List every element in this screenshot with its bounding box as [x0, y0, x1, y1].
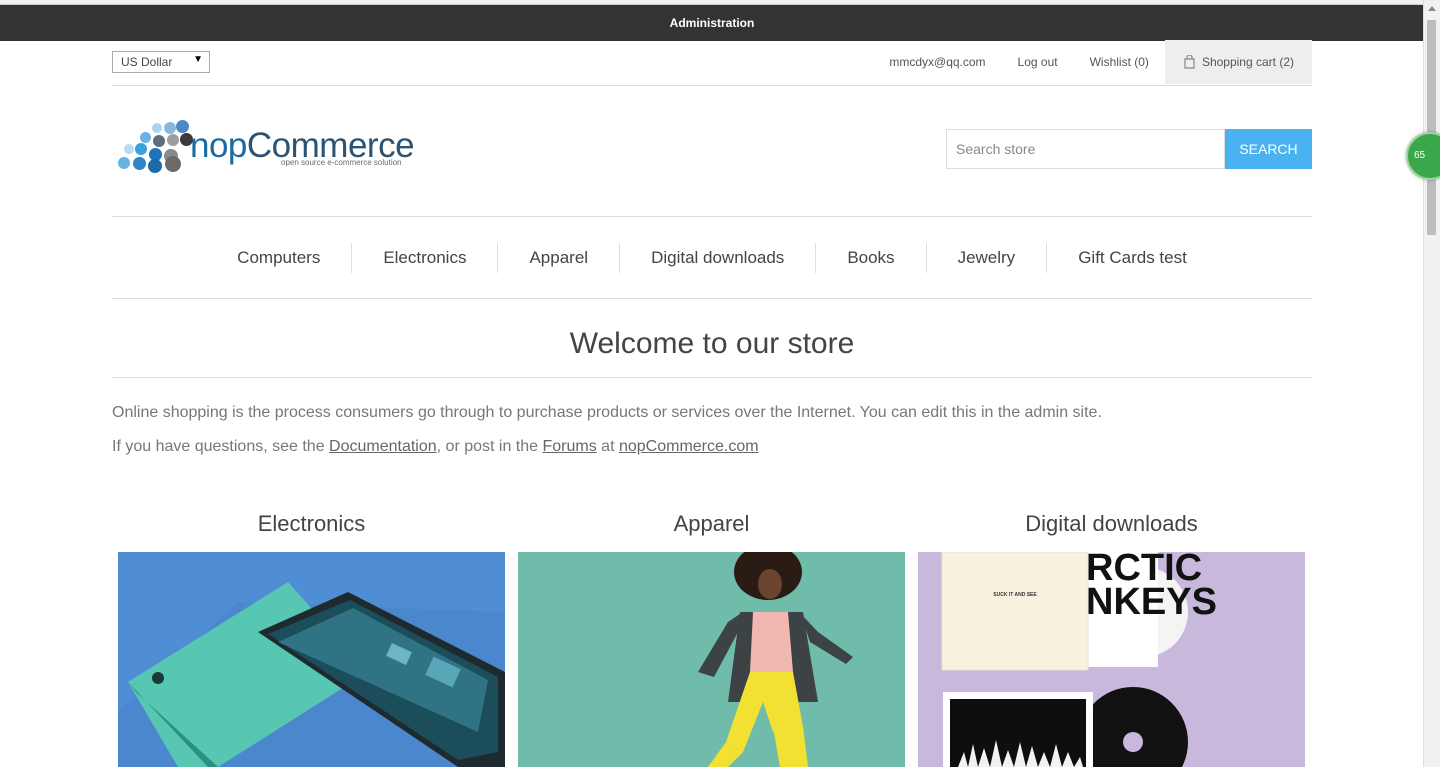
category-menu: Computers Electronics Apparel Digital do…: [112, 216, 1312, 299]
phone-image-icon: [118, 552, 505, 767]
search-input[interactable]: [946, 129, 1225, 169]
intro-text: Online shopping is the process consumers…: [112, 403, 1312, 471]
menu-item-computers[interactable]: Computers: [206, 243, 351, 273]
menu-item-apparel[interactable]: Apparel: [497, 242, 619, 273]
logo-tagline: open source e-commerce solution: [281, 158, 402, 167]
search-box: SEARCH: [946, 129, 1312, 169]
intro-prefix: If you have questions, see the: [112, 438, 330, 455]
page-title: Welcome to our store: [112, 322, 1312, 378]
account-email-link[interactable]: mmcdyx@qq.com: [889, 55, 985, 69]
store-logo[interactable]: nopCommerce open source e-commerce solut…: [116, 120, 416, 176]
side-badge[interactable]: 65: [1406, 132, 1440, 180]
welcome-title: Welcome to our store: [569, 327, 855, 360]
category-title-digital-downloads[interactable]: Digital downloads: [918, 510, 1305, 538]
search-button[interactable]: SEARCH: [1225, 129, 1312, 169]
album-text-nkeys: NKEYS: [1086, 581, 1217, 623]
album-cover-title: SUCK IT AND SEE: [993, 592, 1037, 598]
category-title-apparel[interactable]: Apparel: [518, 510, 905, 538]
category-card-electronics: Electronics: [118, 510, 505, 767]
menu-item-digital-downloads[interactable]: Digital downloads: [619, 242, 815, 273]
administration-link[interactable]: Administration: [670, 16, 755, 30]
scroll-up-arrow-icon[interactable]: [1428, 6, 1436, 11]
logo-nop: nop: [190, 126, 247, 165]
menu-item-electronics[interactable]: Electronics: [351, 242, 497, 273]
documentation-link[interactable]: Documentation: [329, 438, 437, 455]
electronics-picture[interactable]: [118, 552, 505, 767]
category-title-electronics[interactable]: Electronics: [118, 510, 505, 538]
intro-line-1: Online shopping is the process consumers…: [112, 404, 1102, 421]
forums-link[interactable]: Forums: [543, 438, 597, 455]
intro-at: at: [596, 438, 619, 455]
wishlist-link[interactable]: Wishlist (0): [1090, 55, 1149, 69]
scrollbar-thumb[interactable]: [1427, 20, 1436, 235]
logout-link[interactable]: Log out: [1018, 55, 1058, 69]
album-covers-image-icon: RCTIC NKEYS SUCK IT AND SEE: [918, 552, 1305, 767]
currency-selector[interactable]: US Dollar ▼: [112, 51, 210, 73]
digital-downloads-picture[interactable]: RCTIC NKEYS SUCK IT AND SEE: [918, 552, 1305, 767]
menu-item-jewelry[interactable]: Jewelry: [925, 242, 1047, 273]
currency-value: US Dollar: [121, 55, 173, 69]
category-card-digital-downloads: Digital downloads RCTIC NKEYS SUCK IT AN…: [918, 510, 1305, 767]
nopcommerce-site-link[interactable]: nopCommerce.com: [619, 438, 759, 455]
dropdown-caret-icon: ▼: [193, 54, 203, 65]
admin-bar: Administration: [0, 4, 1424, 41]
shopping-bag-icon: [1184, 55, 1195, 69]
apparel-picture[interactable]: [518, 552, 905, 767]
shopping-cart-label: Shopping cart (2): [1201, 55, 1294, 69]
account-links: mmcdyx@qq.com Log out Wishlist (0) Shopp…: [857, 40, 1312, 84]
shopping-cart-link[interactable]: Shopping cart (2): [1164, 40, 1312, 84]
header-links-bar: US Dollar ▼ mmcdyx@qq.com Log out Wishli…: [112, 40, 1312, 86]
page-scrollbar[interactable]: 65: [1406, 0, 1440, 767]
menu-item-books[interactable]: Books: [815, 242, 925, 273]
intro-mid: , or post in the: [436, 438, 543, 455]
menu-item-gift-cards[interactable]: Gift Cards test: [1046, 242, 1218, 273]
jumping-woman-image-icon: [518, 552, 905, 767]
intro-line-2: If you have questions, see the Documenta…: [112, 437, 1312, 457]
category-card-apparel: Apparel: [518, 510, 905, 767]
